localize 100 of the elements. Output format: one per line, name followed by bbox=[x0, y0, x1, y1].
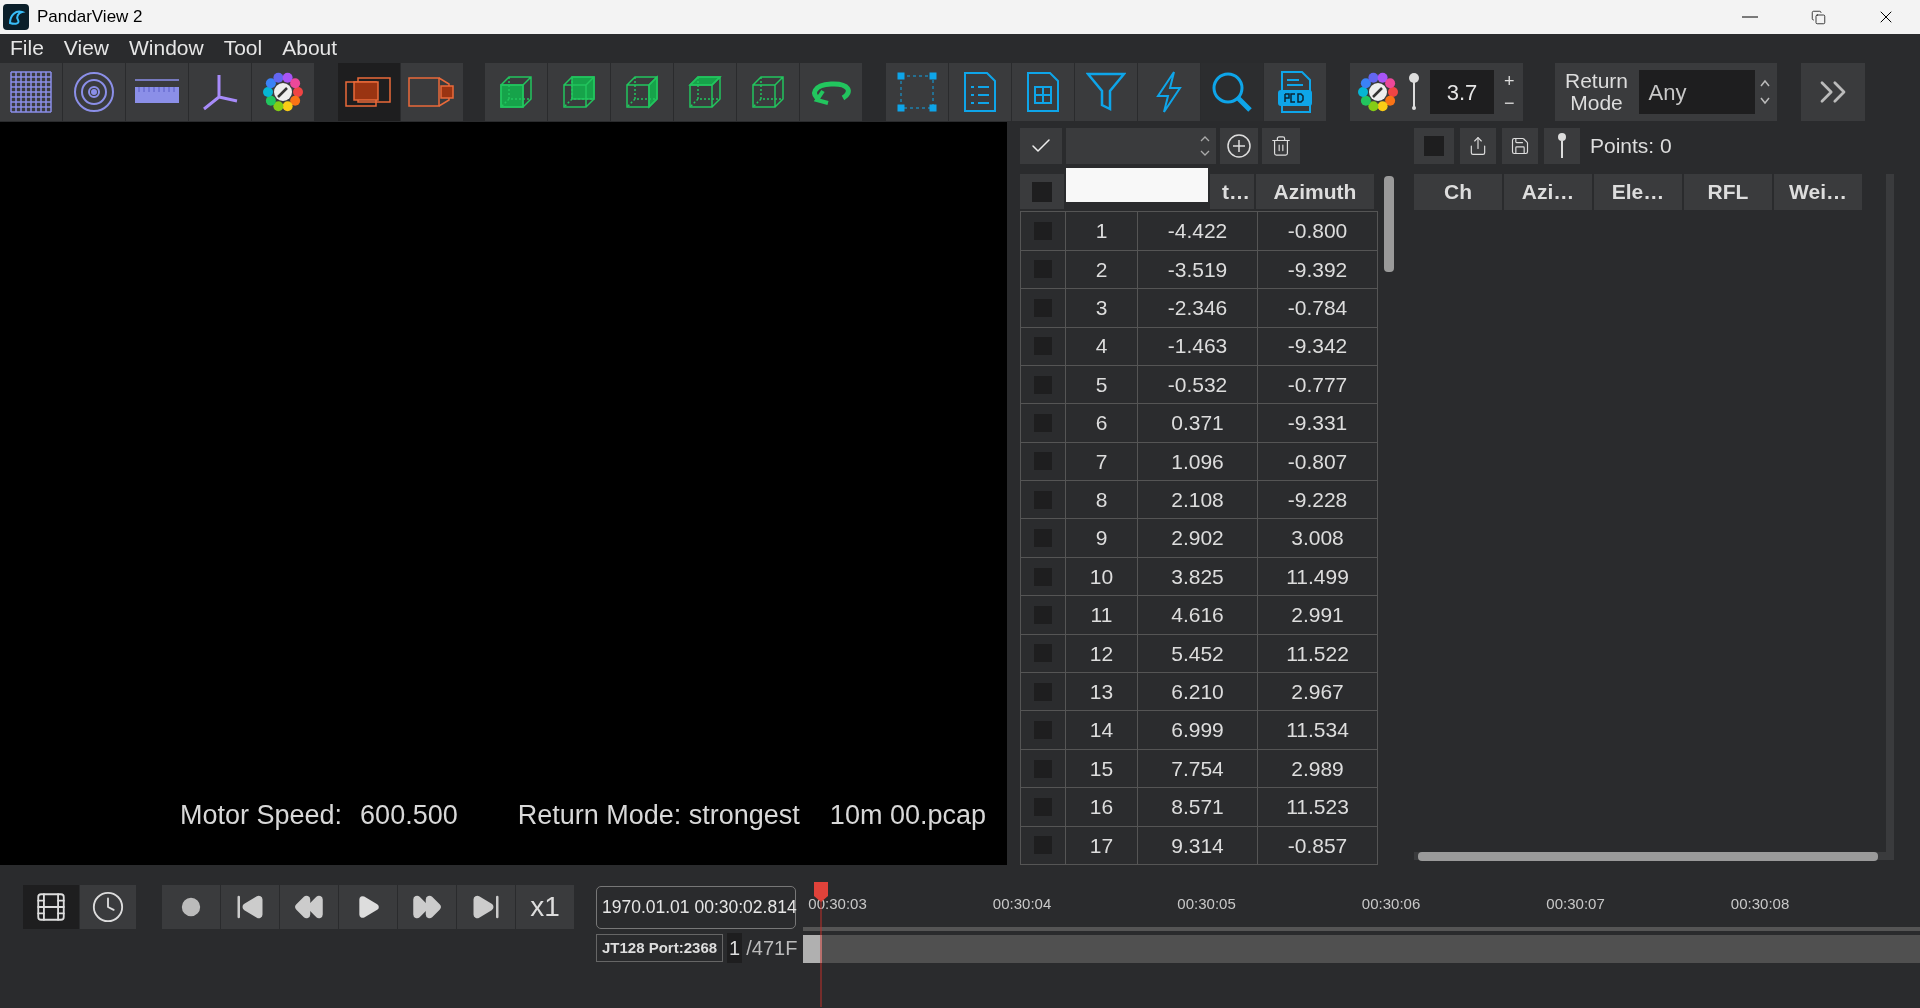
point-cloud-viewport[interactable]: Motor Speed: 600.500 Return Mode: strongest 10m 00.pcap bbox=[0, 122, 1007, 865]
column-header[interactable]: Azi… bbox=[1504, 174, 1592, 210]
table-cell: 7 bbox=[1066, 442, 1138, 481]
scrollbar[interactable] bbox=[1384, 176, 1394, 272]
column-header[interactable]: Ele… bbox=[1594, 174, 1682, 210]
header-checkbox[interactable] bbox=[1032, 181, 1052, 202]
return-mode-text: Return Mode: strongest bbox=[517, 798, 800, 832]
table-cell: 10 bbox=[1066, 557, 1138, 596]
return-mode-label: Return Mode bbox=[1564, 70, 1630, 114]
ruler-button[interactable] bbox=[126, 63, 188, 121]
document-grid-icon bbox=[1026, 71, 1060, 113]
filter-button[interactable] bbox=[1075, 63, 1137, 121]
color-button[interactable] bbox=[252, 63, 314, 121]
delete-button[interactable] bbox=[1262, 128, 1300, 164]
lightning-button[interactable] bbox=[1138, 63, 1200, 121]
trash-icon bbox=[1270, 135, 1292, 157]
frame-total: /471F bbox=[746, 936, 798, 961]
color-wheel-icon bbox=[1358, 72, 1398, 112]
return-mode-select[interactable]: Any bbox=[1638, 70, 1755, 114]
window-title: PandarView 2 bbox=[37, 6, 143, 29]
column-header[interactable]: Wei… bbox=[1774, 174, 1862, 210]
view-cube-button[interactable] bbox=[548, 63, 610, 121]
search-icon bbox=[1211, 71, 1253, 113]
color-wheel-icon bbox=[263, 72, 303, 112]
menu-item[interactable]: File bbox=[2, 34, 52, 62]
table-cell: 2.991 bbox=[1258, 596, 1378, 634]
column-header[interactable]: RFL bbox=[1684, 174, 1772, 210]
view-toggle[interactable] bbox=[401, 63, 463, 121]
first-frame-button[interactable] bbox=[221, 885, 279, 929]
table-cell: -0.777 bbox=[1258, 365, 1378, 404]
table-cell: 12 bbox=[1066, 634, 1138, 673]
increase-button[interactable]: + bbox=[1504, 70, 1515, 92]
pin-button[interactable] bbox=[1544, 128, 1580, 164]
table-cell: 5.452 bbox=[1138, 634, 1258, 673]
table-cell: 6.210 bbox=[1138, 673, 1258, 711]
table-cell: -0.784 bbox=[1258, 289, 1378, 327]
rings-button[interactable] bbox=[63, 63, 125, 121]
table-cell: 11.523 bbox=[1258, 788, 1378, 826]
table-cell: 11 bbox=[1066, 596, 1138, 634]
column-header[interactable]: Ch bbox=[1414, 174, 1502, 210]
time-tick-label: 00:30:07 bbox=[1546, 894, 1605, 914]
rewind-button[interactable] bbox=[280, 885, 338, 929]
restore-icon bbox=[1810, 9, 1826, 25]
point-size-field[interactable]: 3.7 bbox=[1430, 70, 1494, 114]
table-cell: -4.422 bbox=[1138, 212, 1258, 250]
menu-item[interactable]: View bbox=[55, 34, 117, 62]
rotate-button[interactable] bbox=[800, 63, 862, 121]
view-cube-button[interactable] bbox=[485, 63, 547, 121]
menu-item[interactable]: About bbox=[274, 34, 346, 62]
fast-forward-button[interactable] bbox=[398, 885, 456, 929]
column-header[interactable]: Azimuth bbox=[1256, 174, 1374, 210]
list-button[interactable] bbox=[949, 63, 1011, 121]
horizontal-scrollbar[interactable] bbox=[1418, 852, 1878, 861]
select-box-button[interactable] bbox=[886, 63, 948, 121]
decrease-button[interactable]: − bbox=[1504, 92, 1515, 114]
last-frame-button[interactable] bbox=[457, 885, 515, 929]
save-button[interactable] bbox=[1502, 128, 1538, 164]
check-button[interactable] bbox=[1020, 128, 1062, 164]
mode-toggle[interactable] bbox=[80, 885, 136, 929]
table-cell: -1.463 bbox=[1138, 327, 1258, 365]
add-circle-icon bbox=[1226, 133, 1252, 159]
concentric-circles-icon bbox=[73, 71, 115, 113]
add-button[interactable] bbox=[1220, 128, 1258, 164]
spinner-arrows-icon bbox=[1758, 78, 1771, 106]
view-cube-button[interactable] bbox=[737, 63, 799, 121]
axes-button[interactable] bbox=[189, 63, 251, 121]
table-cell: 1.096 bbox=[1138, 442, 1258, 481]
points-count: Points: 0 bbox=[1590, 133, 1672, 160]
timeline-track[interactable] bbox=[803, 927, 1920, 931]
pin-icon bbox=[1408, 72, 1420, 112]
view-cube-button[interactable] bbox=[674, 63, 736, 121]
more-button[interactable] bbox=[1800, 63, 1865, 121]
speed-button[interactable]: x1 bbox=[516, 885, 574, 929]
grid-button[interactable] bbox=[0, 63, 62, 121]
timestamp-field[interactable]: 1970.01.01 00:30:02.814 bbox=[596, 886, 796, 929]
time-tick-label: 00:30:03 bbox=[808, 894, 867, 914]
table-cell: 11.522 bbox=[1258, 634, 1378, 673]
column-header[interactable]: t… bbox=[1210, 174, 1254, 210]
table-button[interactable] bbox=[1012, 63, 1074, 121]
table-cell: 13 bbox=[1066, 673, 1138, 711]
export-button[interactable] bbox=[1460, 128, 1496, 164]
view-toggle[interactable] bbox=[338, 63, 400, 121]
pin-icon bbox=[1557, 132, 1567, 160]
mode-toggle[interactable] bbox=[23, 885, 79, 929]
table-cell: -9.228 bbox=[1258, 481, 1378, 519]
play-button[interactable] bbox=[339, 885, 397, 929]
select-all-checkbox[interactable] bbox=[1424, 136, 1444, 156]
table-cell: 6 bbox=[1066, 404, 1138, 442]
frame-field[interactable]: 1 bbox=[727, 933, 743, 963]
device-label: JT128 Port:2368 bbox=[596, 934, 724, 962]
lightning-icon bbox=[1154, 70, 1184, 114]
table-cell: 4.616 bbox=[1138, 596, 1258, 634]
record-button[interactable] bbox=[162, 885, 220, 929]
grid-icon bbox=[10, 71, 52, 113]
selection-box-icon bbox=[896, 71, 938, 113]
pcd-export-button[interactable] bbox=[1264, 63, 1326, 121]
menu-item[interactable]: Window bbox=[121, 34, 212, 62]
view-cube-button[interactable] bbox=[611, 63, 673, 121]
menu-item[interactable]: Tool bbox=[215, 34, 271, 62]
document-list-icon bbox=[963, 71, 997, 113]
